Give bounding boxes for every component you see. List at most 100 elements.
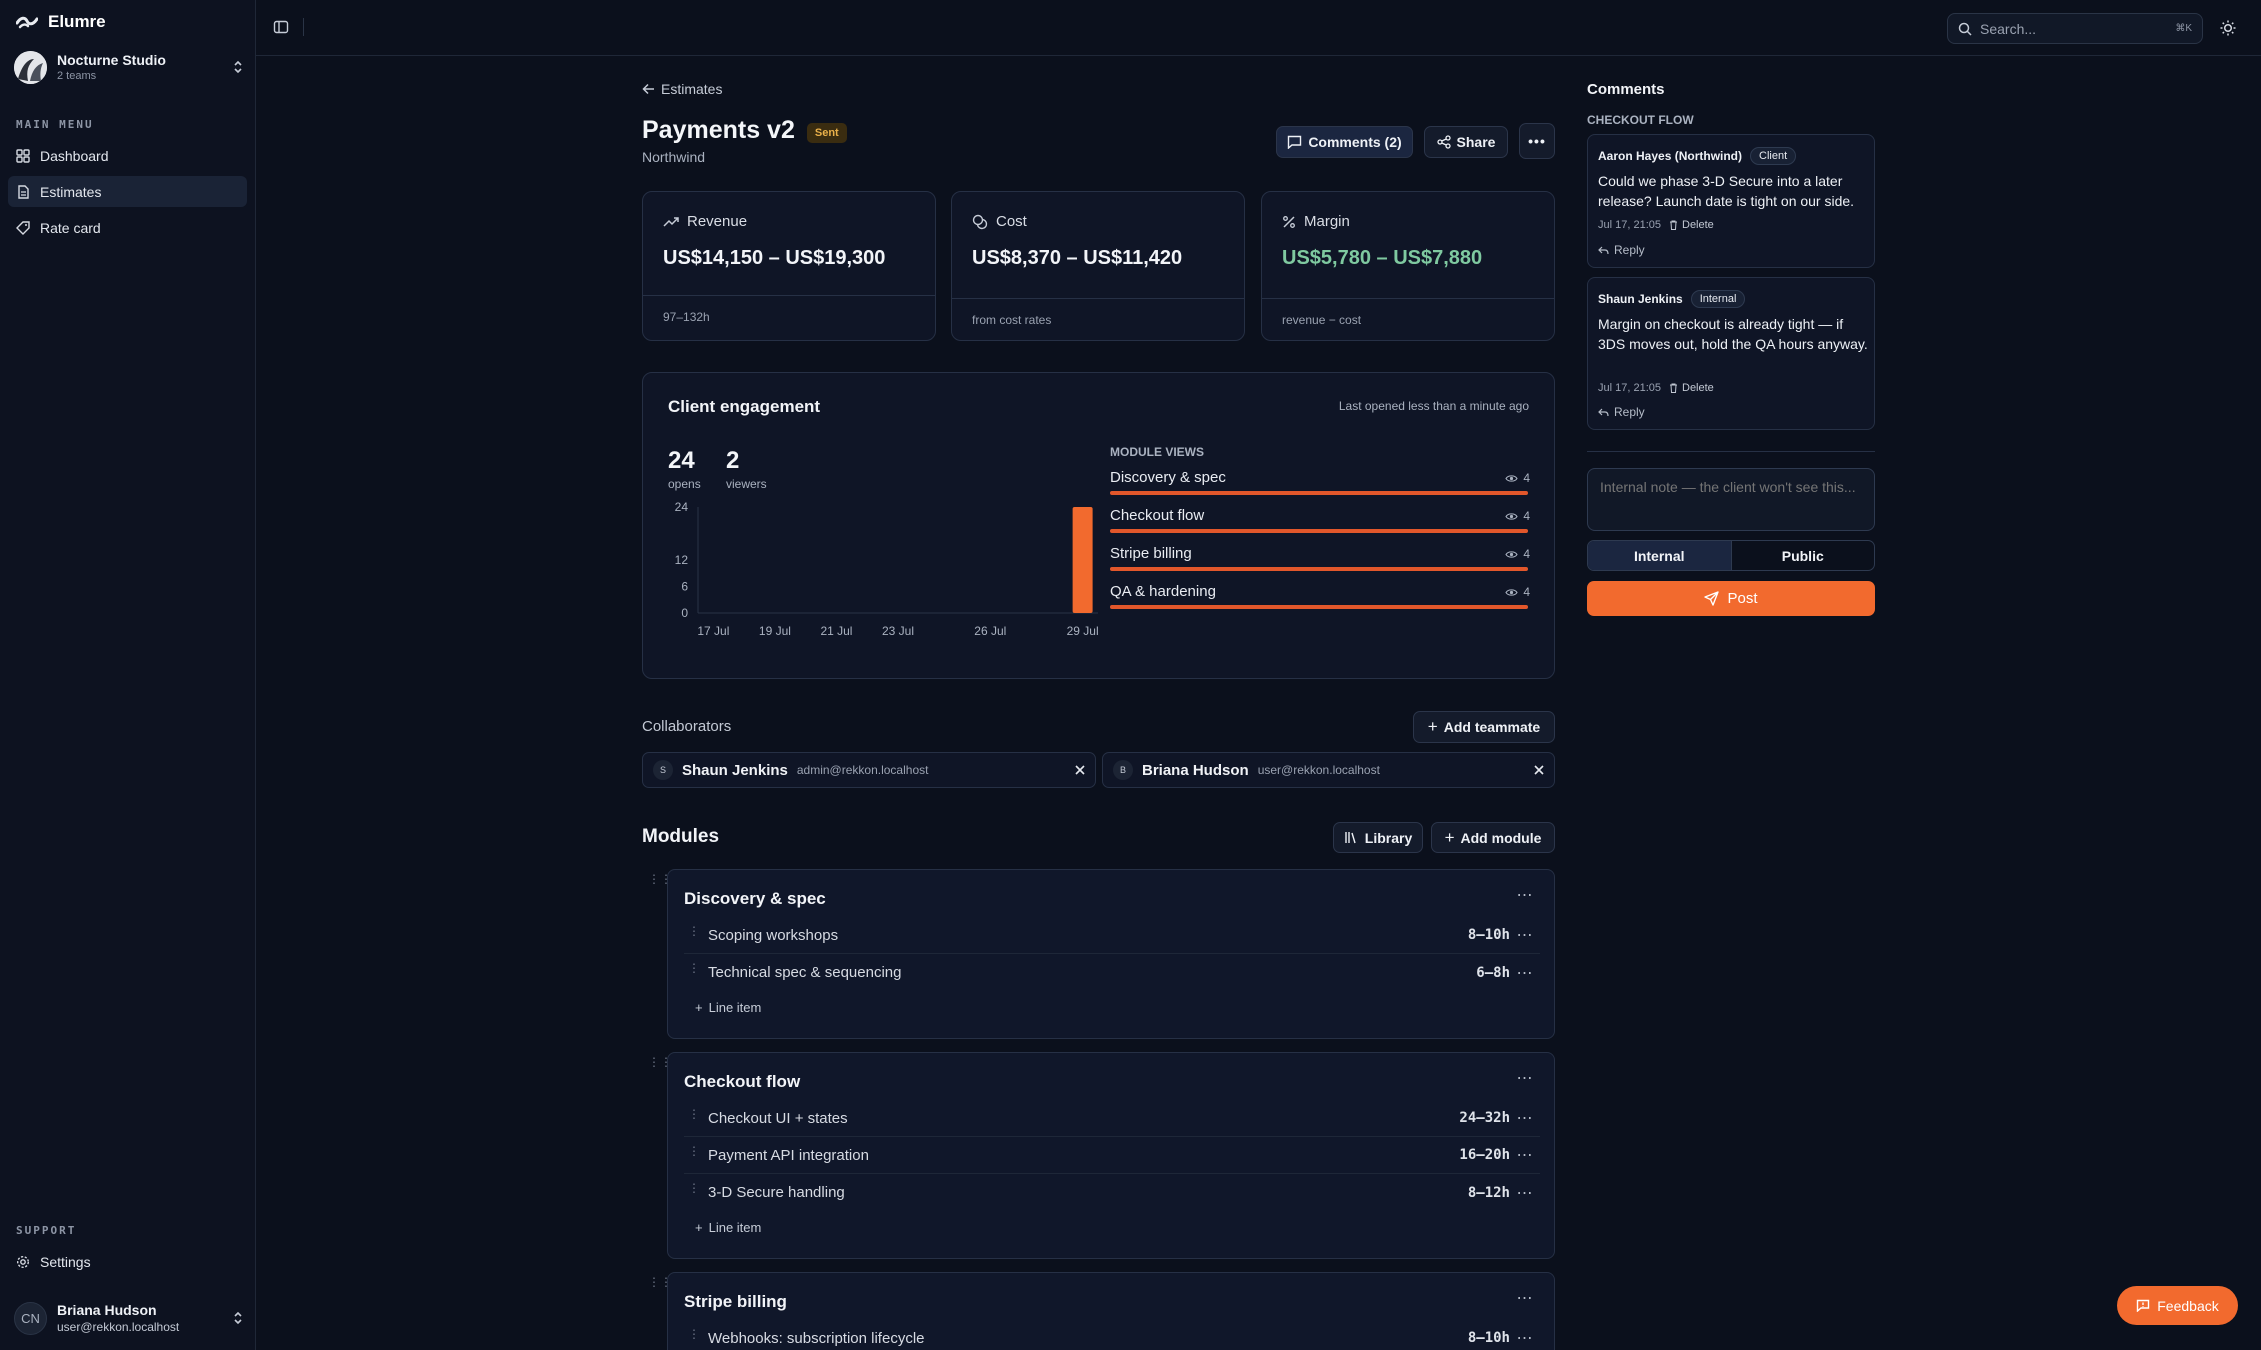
user-menu[interactable]: CN Briana Hudson user@rekkon.localhost (14, 1298, 244, 1338)
eye-icon (1505, 550, 1518, 559)
line-item[interactable]: ⋮ Scoping workshops 8–10h ⋯ (684, 917, 1540, 954)
trash-icon (1669, 383, 1678, 393)
line-item[interactable]: ⋮ Checkout UI + states 24–32h ⋯ (684, 1100, 1540, 1137)
collaborator-chip: B Briana Hudson user@rekkon.localhost (1102, 752, 1555, 788)
add-module-button[interactable]: + Add module (1431, 822, 1555, 853)
team-name: Nocturne Studio (57, 52, 166, 68)
app-logo[interactable]: Elumre (16, 12, 106, 32)
line-item[interactable]: ⋮ 3-D Secure handling 8–12h ⋯ (684, 1174, 1540, 1211)
comment-card: Aaron Hayes (Northwind) Client Could we … (1587, 134, 1875, 268)
dashboard-icon (16, 148, 30, 163)
more-horizontal-icon[interactable]: ⋯ (1510, 1183, 1540, 1203)
drag-handle-icon[interactable]: ⋮ (688, 925, 700, 937)
y-tick-label: 12 (675, 553, 689, 567)
more-horizontal-icon[interactable]: ⋯ (1510, 1288, 1540, 1308)
module-views-list: Discovery & spec 4 Checkout flow 4 Strip… (1110, 467, 1530, 619)
search-bar[interactable]: ⌘K (1947, 13, 2203, 44)
more-horizontal-icon[interactable]: ⋯ (1510, 963, 1540, 983)
more-horizontal-icon[interactable]: ⋯ (1510, 1108, 1540, 1128)
line-item[interactable]: ⋮ Technical spec & sequencing 6–8h ⋯ (684, 954, 1540, 991)
more-horizontal-icon[interactable]: ⋯ (1510, 885, 1540, 905)
collaborator-chip: S Shaun Jenkins admin@rekkon.localhost (642, 752, 1096, 788)
trending-up-icon (663, 216, 679, 228)
delete-comment-button[interactable]: Delete (1669, 219, 1714, 231)
drag-handle-icon[interactable]: ⋮ (688, 1182, 700, 1194)
comment-header: Shaun Jenkins Internal (1598, 290, 1746, 308)
back-label: Estimates (661, 81, 723, 97)
close-icon[interactable] (1075, 765, 1085, 775)
toggle-internal[interactable]: Internal (1588, 541, 1731, 570)
drag-handle-icon[interactable]: ⋮ (688, 1108, 700, 1120)
more-horizontal-icon[interactable]: ⋯ (1510, 1145, 1540, 1165)
theme-toggle-icon[interactable] (2219, 19, 2237, 37)
viewers-stat: 2 viewers (726, 447, 767, 491)
post-button[interactable]: Post (1587, 581, 1875, 616)
document-icon (16, 184, 30, 199)
more-horizontal-icon[interactable]: ⋯ (1510, 925, 1540, 945)
viewers-count: 2 (726, 447, 740, 474)
share-button-label: Share (1456, 134, 1496, 150)
module-view-name: QA & hardening (1110, 583, 1216, 600)
reply-button[interactable]: Reply (1598, 243, 1645, 257)
back-link[interactable]: Estimates (642, 81, 722, 97)
toggle-public[interactable]: Public (1730, 541, 1875, 570)
status-badge: Sent (806, 122, 847, 143)
y-tick-label: 24 (675, 501, 689, 514)
more-horizontal-icon[interactable]: ⋯ (1510, 1068, 1540, 1088)
comments-button[interactable]: Comments (2) (1276, 126, 1413, 158)
percent-icon (1282, 215, 1296, 229)
add-teammate-label: Add teammate (1443, 719, 1541, 735)
add-line-item-button[interactable]: + Line item (695, 1220, 761, 1235)
y-tick-label: 0 (681, 606, 688, 620)
delete-label: Delete (1682, 219, 1714, 231)
page-title: Payments v2 (642, 116, 795, 144)
x-tick-label: 21 Jul (820, 624, 852, 638)
revenue-label: Revenue (687, 213, 748, 230)
feedback-button[interactable]: Feedback (2117, 1286, 2238, 1325)
more-horizontal-icon[interactable]: ⋯ (1510, 1328, 1540, 1348)
chevron-up-down-icon (232, 59, 244, 75)
divider (643, 295, 935, 296)
feedback-label: Feedback (2157, 1297, 2219, 1314)
module-title: Discovery & spec (684, 889, 826, 908)
search-input[interactable] (1980, 20, 2168, 37)
margin-label: Margin (1304, 213, 1350, 230)
module-title: Checkout flow (684, 1072, 801, 1091)
opens-count: 24 (668, 447, 695, 474)
add-line-item-button[interactable]: + Line item (695, 1000, 761, 1015)
client-name: Northwind (642, 149, 706, 165)
library-button[interactable]: Library (1333, 822, 1423, 853)
team-switcher[interactable]: Nocturne Studio 2 teams (14, 47, 244, 87)
sidebar-toggle-icon[interactable] (273, 19, 289, 35)
drag-handle-icon[interactable]: ⋮ (688, 1328, 700, 1340)
logo-icon (16, 14, 38, 30)
comments-title: Comments (1587, 81, 1665, 98)
cost-card: Cost US$8,370 – US$11,420 from cost rate… (951, 191, 1245, 341)
chevron-up-down-icon (232, 1310, 244, 1326)
comments-section-label: CHECKOUT FLOW (1587, 113, 1694, 127)
more-options-button[interactable]: ••• (1519, 123, 1555, 159)
line-item[interactable]: ⋮ Payment API integration 16–20h ⋯ (684, 1137, 1540, 1174)
stat-label: Cost (972, 213, 1027, 230)
reply-label: Reply (1614, 243, 1645, 257)
share-icon (1436, 135, 1451, 149)
sidebar-item-estimates[interactable]: Estimates (8, 176, 247, 207)
drag-handle-icon[interactable]: ⋮ (688, 962, 700, 974)
add-teammate-button[interactable]: + Add teammate (1413, 711, 1555, 743)
collaborator-name: Briana Hudson (1142, 761, 1249, 779)
sidebar-item-settings[interactable]: Settings (8, 1246, 247, 1277)
reply-button[interactable]: Reply (1598, 405, 1645, 419)
close-icon[interactable] (1534, 765, 1544, 775)
add-module-label: Add module (1460, 829, 1542, 846)
comment-time: Jul 17, 21:05 (1598, 219, 1661, 231)
line-item[interactable]: ⋮ Webhooks: subscription lifecycle 8–10h … (684, 1320, 1540, 1350)
search-shortcut: ⌘K (2175, 23, 2192, 34)
delete-comment-button[interactable]: Delete (1669, 382, 1714, 394)
comment-input[interactable] (1587, 468, 1875, 531)
module-view-name: Discovery & spec (1110, 469, 1226, 486)
share-button[interactable]: Share (1424, 126, 1508, 158)
drag-handle-icon[interactable]: ⋮ (688, 1145, 700, 1157)
sidebar-item-dashboard[interactable]: Dashboard (8, 140, 247, 171)
sidebar-item-rate-card[interactable]: Rate card (8, 212, 247, 243)
x-tick-label: 19 Jul (759, 624, 791, 638)
